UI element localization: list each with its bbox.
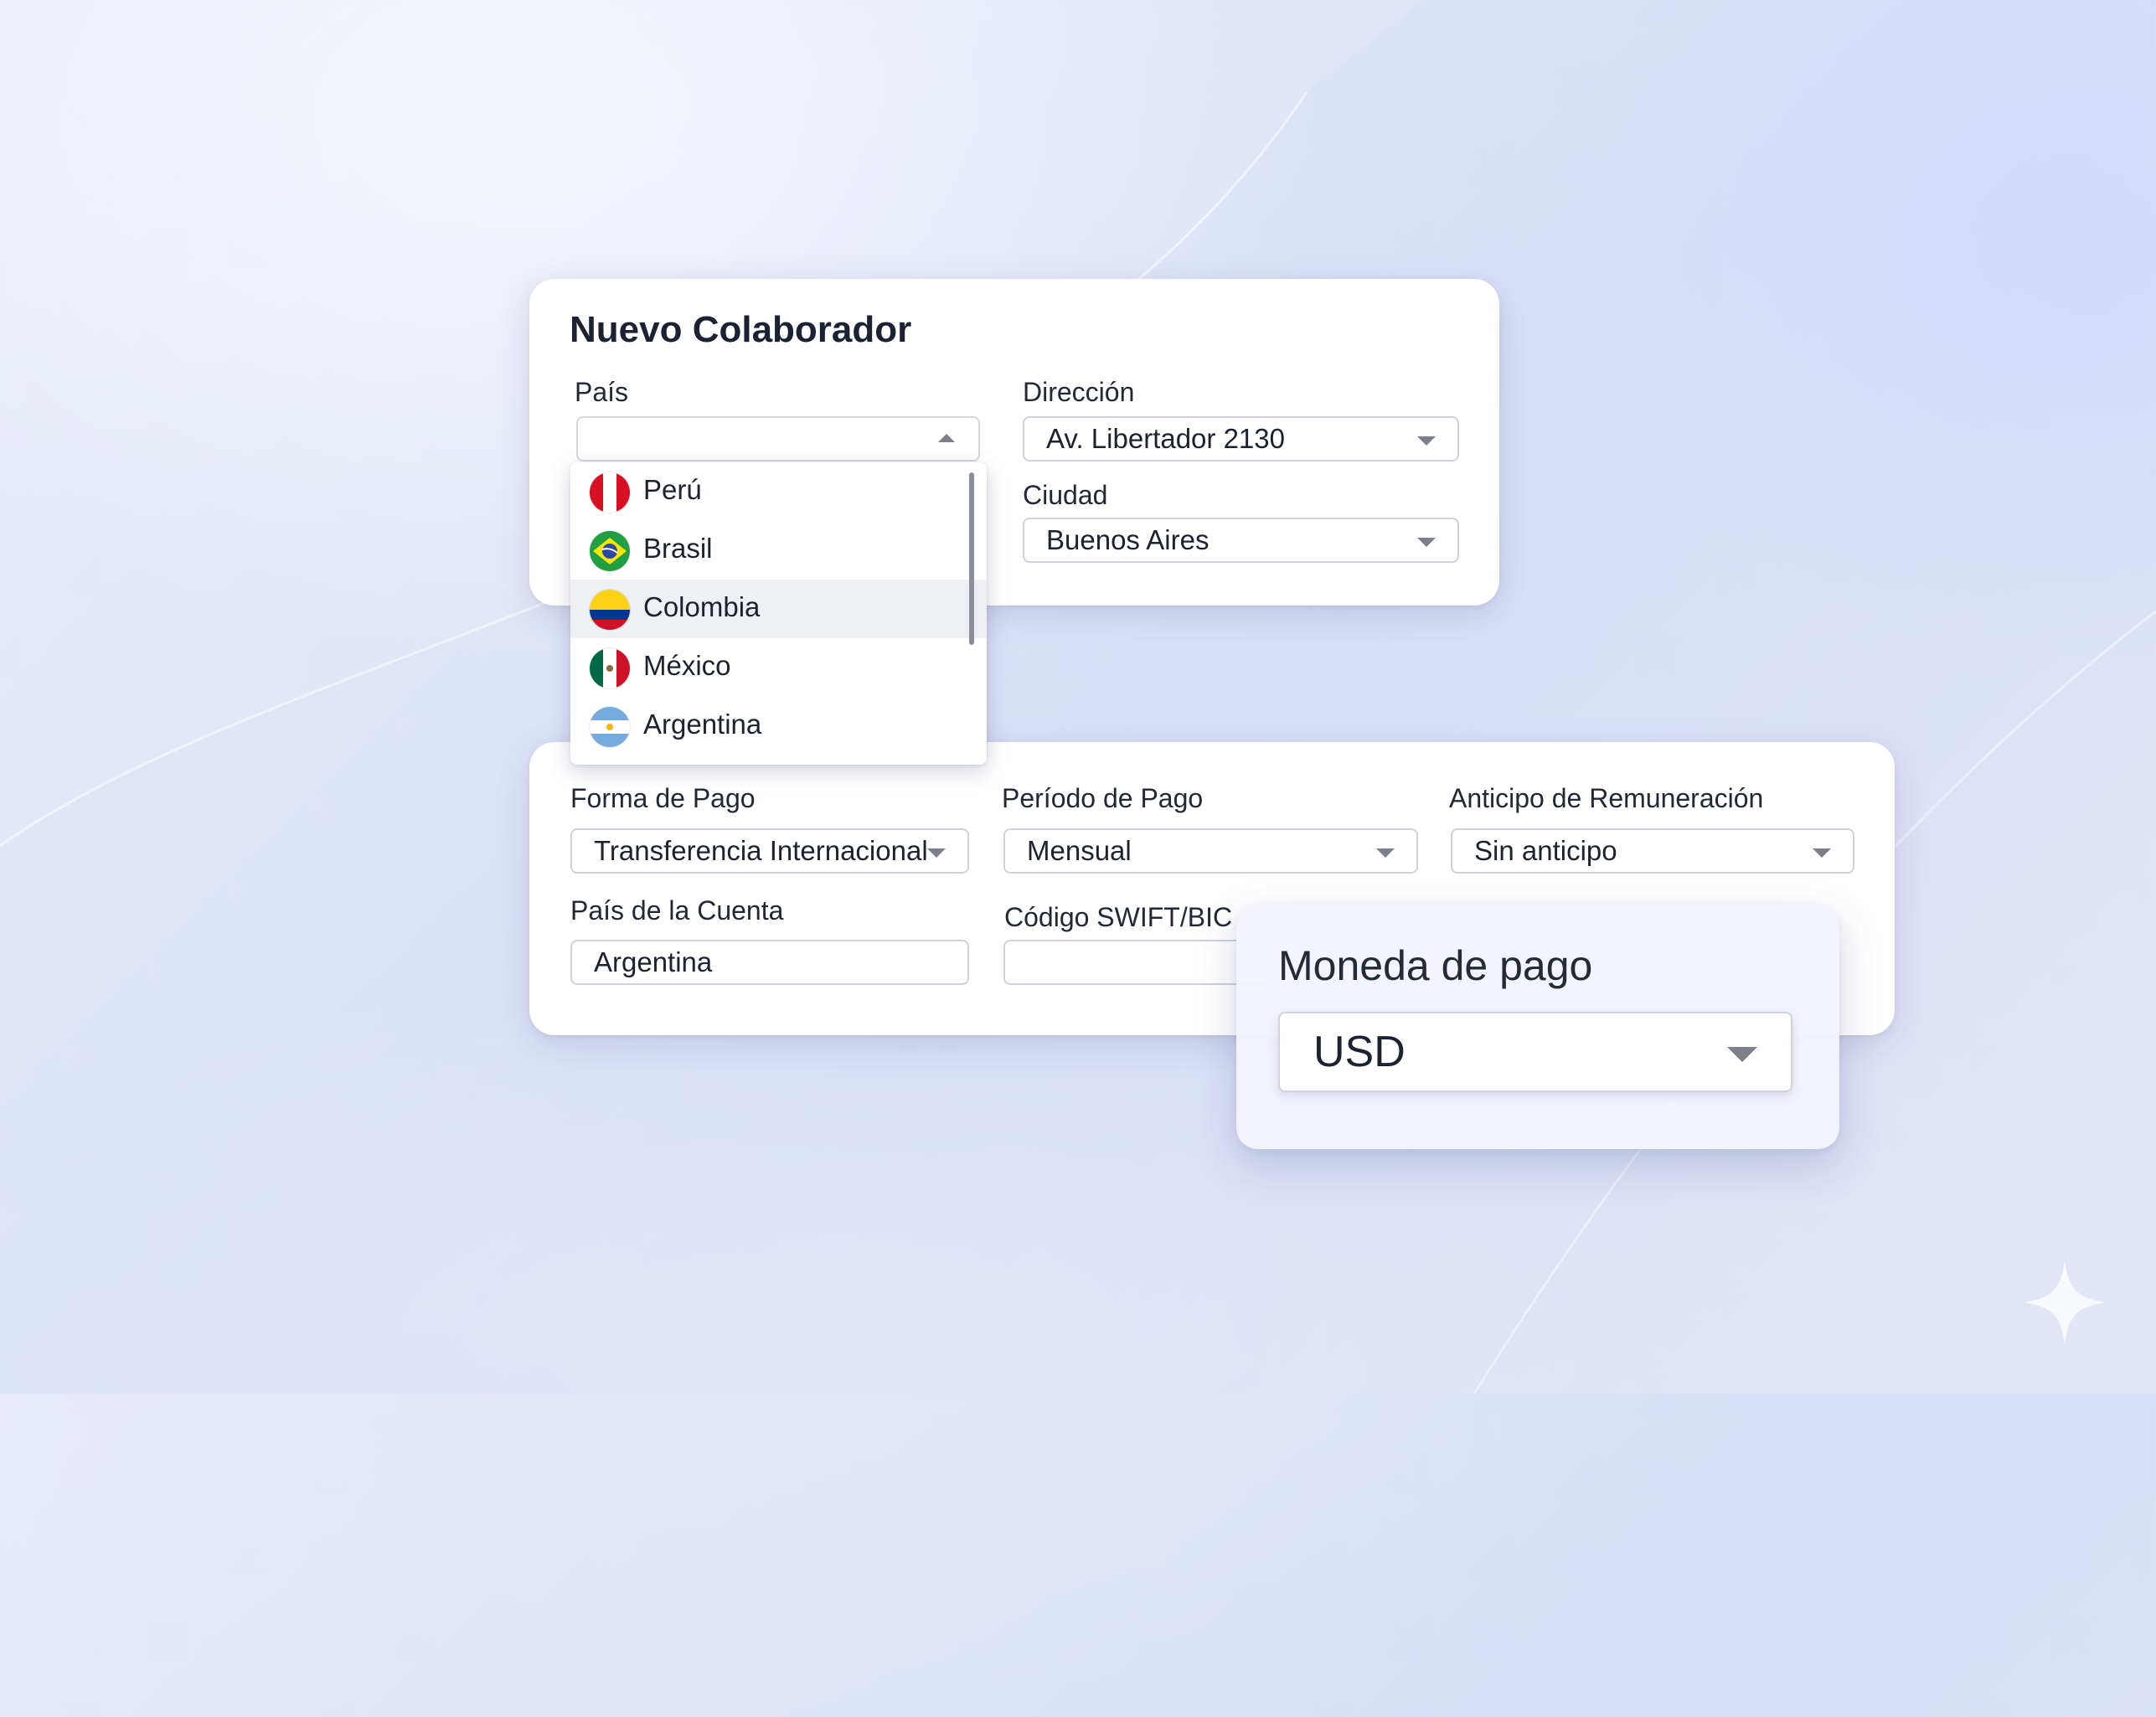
dropdown-scrollbar[interactable] [969, 472, 974, 645]
argentina-flag-icon [590, 707, 630, 747]
country-dropdown-list[interactable]: Perú Brasil Colombia México Argentina [570, 462, 987, 765]
country-option-label: Perú [643, 474, 702, 505]
country-option-argentina[interactable]: Argentina [570, 697, 987, 755]
account-country-field[interactable]: Argentina [570, 940, 969, 985]
address-value: Av. Libertador 2130 [1046, 423, 1285, 454]
payment-method-select[interactable]: Transferencia Internacional [570, 828, 969, 874]
peru-flag-icon [590, 472, 630, 513]
country-option-label: Brasil [643, 533, 713, 564]
chevron-down-icon [927, 848, 946, 858]
payment-method-value: Transferencia Internacional [594, 835, 928, 866]
chevron-down-icon [1727, 1047, 1757, 1062]
payment-period-label: Período de Pago [1002, 783, 1204, 813]
background-decoration [0, 0, 2156, 1394]
account-country-label: País de la Cuenta [570, 895, 784, 926]
country-option-label: Colombia [643, 591, 761, 622]
chevron-down-icon [1376, 848, 1395, 858]
city-label: Ciudad [1023, 480, 1108, 510]
country-option-label: Argentina [643, 709, 762, 740]
swift-label: Código SWIFT/BIC [1004, 902, 1233, 932]
address-label: Dirección [1023, 377, 1135, 407]
payment-method-label: Forma de Pago [570, 783, 756, 813]
chevron-down-icon [1813, 848, 1831, 858]
country-option-peru[interactable]: Perú [570, 462, 987, 521]
advance-select[interactable]: Sin anticipo [1451, 828, 1854, 874]
chevron-down-icon [1417, 436, 1436, 446]
payment-period-value: Mensual [1027, 835, 1132, 866]
form-title: Nuevo Colaborador [570, 309, 912, 350]
chevron-up-icon [938, 434, 955, 442]
country-option-brasil[interactable]: Brasil [570, 521, 987, 580]
advance-value: Sin anticipo [1474, 835, 1617, 866]
country-option-label: México [643, 650, 731, 681]
mexico-flag-icon [590, 648, 630, 688]
colombia-flag-icon [590, 590, 630, 630]
payment-period-select[interactable]: Mensual [1003, 828, 1418, 874]
country-label: País [575, 377, 629, 407]
currency-card: Moneda de pago USD [1236, 905, 1839, 1149]
advance-label: Anticipo de Remuneración [1449, 783, 1764, 813]
address-select[interactable]: Av. Libertador 2130 [1023, 416, 1459, 461]
country-option-mexico[interactable]: México [570, 638, 987, 697]
swift-field[interactable] [1003, 940, 1271, 985]
brazil-flag-icon [590, 531, 630, 571]
city-value: Buenos Aires [1046, 524, 1210, 555]
country-option-colombia[interactable]: Colombia [570, 580, 987, 638]
chevron-down-icon [1417, 538, 1436, 547]
country-select[interactable] [576, 416, 980, 461]
currency-title: Moneda de pago [1278, 942, 1593, 989]
currency-value: USD [1313, 1028, 1406, 1076]
city-select[interactable]: Buenos Aires [1023, 518, 1459, 563]
currency-select[interactable]: USD [1278, 1012, 1792, 1092]
sparkle-icon [2023, 1261, 2107, 1344]
account-country-value: Argentina [594, 946, 713, 977]
